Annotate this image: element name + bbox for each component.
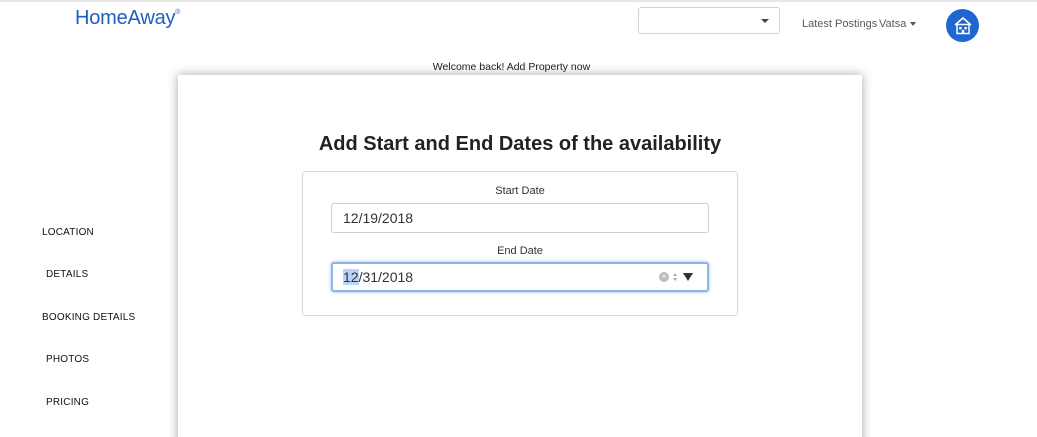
sidebar-item-booking-details[interactable]: BOOKING DETAILS: [42, 312, 135, 323]
calendar-dropdown-icon[interactable]: [683, 273, 693, 281]
user-menu-toggle[interactable]: Vatsa: [879, 18, 917, 30]
top-border: [0, 0, 1037, 2]
sidebar-item-location[interactable]: LOCATION: [42, 227, 94, 238]
page-title: Add Start and End Dates of the availabil…: [318, 133, 722, 155]
end-date-rest: /31/2018: [358, 269, 414, 285]
caret-down-icon: [761, 19, 769, 23]
house-icon: [953, 16, 972, 34]
start-date-label: Start Date: [495, 185, 545, 197]
spinner-icon[interactable]: [672, 271, 678, 283]
date-form: Start Date 12/19/2018 End Date 12/31/201…: [302, 171, 738, 316]
sidebar-item-photos[interactable]: PHOTOS: [46, 354, 89, 365]
caret-down-icon: [910, 22, 917, 27]
start-date-input[interactable]: 12/19/2018: [331, 203, 709, 233]
homeaway-logo[interactable]: HomeAway®: [75, 7, 180, 30]
start-date-value: 12/19/2018: [343, 210, 414, 226]
end-date-label: End Date: [497, 245, 543, 257]
end-date-input[interactable]: 12/31/2018 ×: [331, 262, 709, 292]
user-name: Vatsa: [879, 18, 907, 30]
clear-icon[interactable]: ×: [659, 272, 669, 282]
home-button[interactable]: [946, 9, 979, 42]
header-select[interactable]: [638, 7, 780, 34]
availability-card: Add Start and End Dates of the availabil…: [178, 75, 862, 437]
welcome-message: Welcome back! Add Property now: [432, 61, 591, 73]
end-date-month-segment[interactable]: 12: [343, 269, 359, 285]
registered-mark: ®: [175, 9, 181, 16]
sidebar-item-details[interactable]: DETAILS: [46, 269, 88, 280]
latest-postings-link[interactable]: Latest Postings: [802, 18, 877, 30]
sidebar-item-pricing[interactable]: PRICING: [46, 397, 89, 408]
